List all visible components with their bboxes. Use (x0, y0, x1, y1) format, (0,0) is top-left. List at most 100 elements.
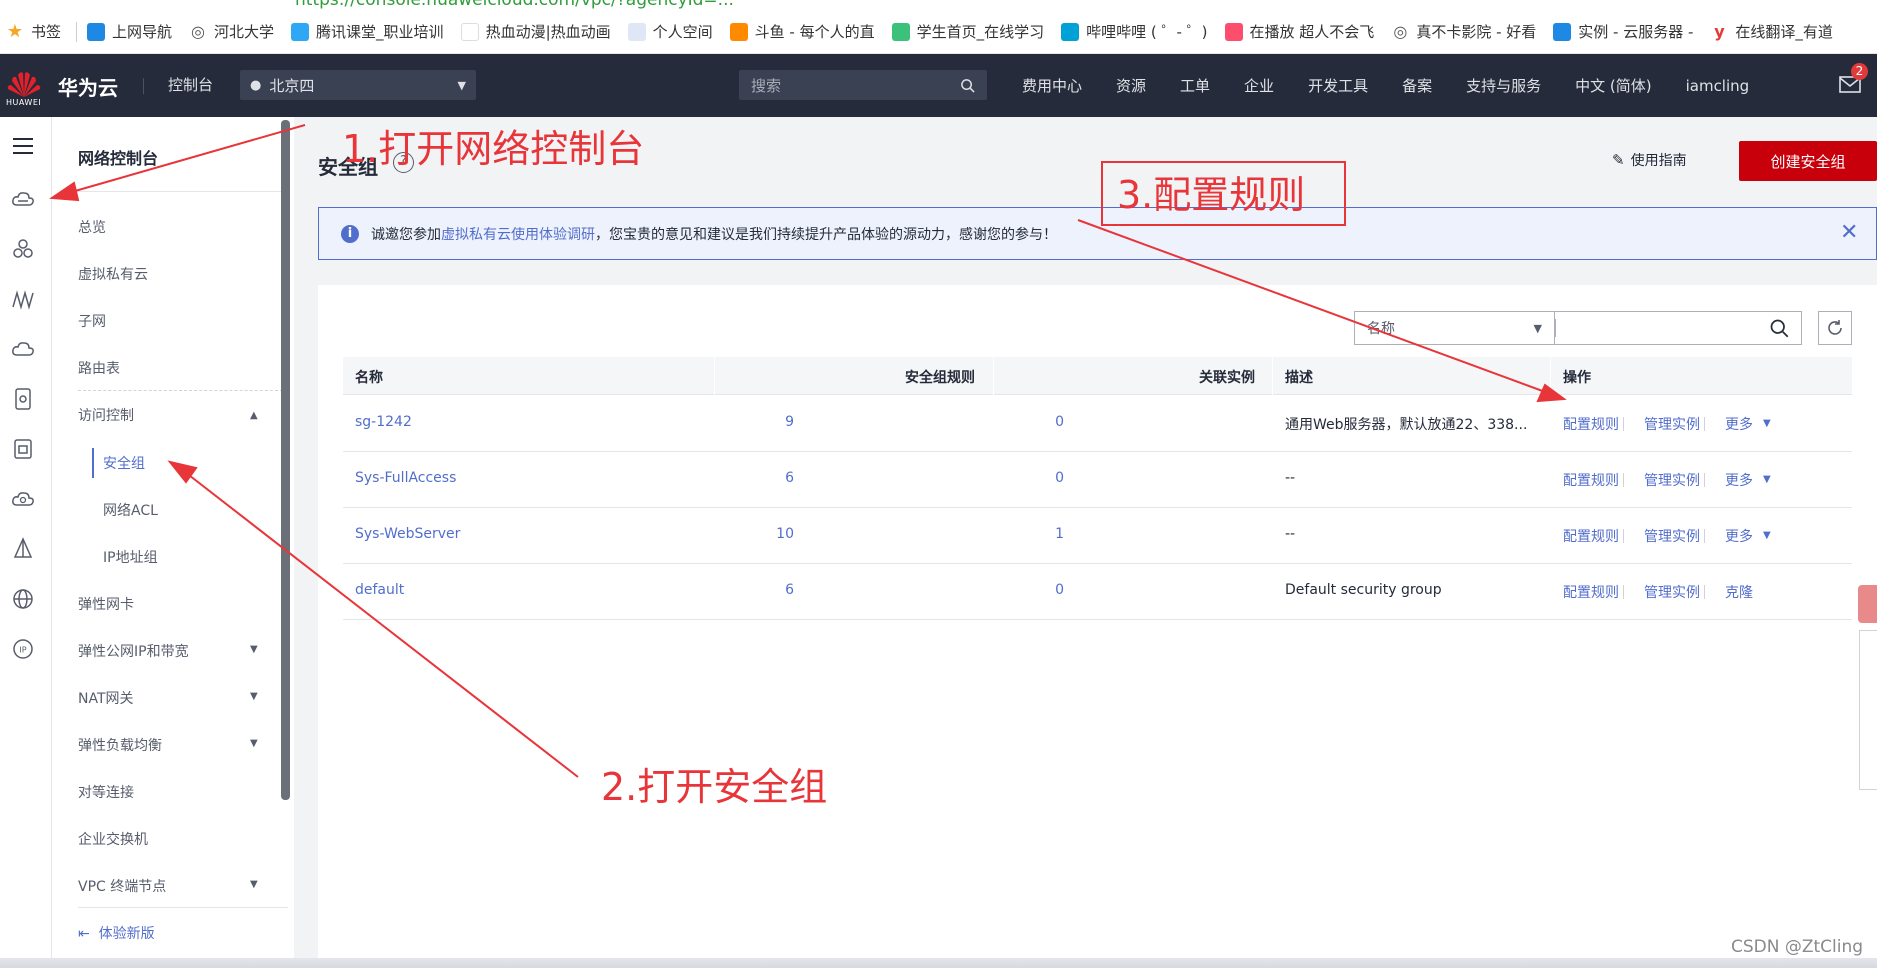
sidebar-item-eip[interactable]: 弹性公网IP和带宽 (78, 641, 189, 661)
rules-count-link[interactable]: 6 (785, 582, 794, 598)
chevron-up-icon[interactable]: ▲ (250, 410, 258, 421)
bookmark-item[interactable]: 实例 - 云服务器 - (1547, 10, 1704, 53)
instances-count-link[interactable]: 0 (1055, 582, 1064, 598)
bookmark-item[interactable]: 哔哩哔哩 ( ゜- ゜) (1055, 10, 1218, 53)
rules-count-link[interactable]: 10 (776, 526, 794, 542)
bookmark-item[interactable]: 上网导航 (81, 10, 183, 53)
column-header-name[interactable]: 名称 (355, 367, 383, 387)
sidebar-item-elb[interactable]: 弹性负载均衡 (78, 735, 162, 755)
filter-search-input[interactable] (1554, 311, 1802, 345)
manage-instances-link[interactable]: 管理实例 (1644, 526, 1700, 546)
security-group-name-link[interactable]: default (355, 582, 404, 598)
refresh-button[interactable] (1818, 311, 1852, 345)
bookmark-item[interactable]: ◎ 河北大学 (183, 10, 285, 53)
top-nav-link[interactable]: iamcling (1686, 77, 1750, 95)
survey-link[interactable]: 虚拟私有云使用体验调研 (441, 224, 595, 244)
ip-address-icon[interactable]: IP (11, 637, 35, 661)
bookmark-item[interactable]: ★ 书签 (0, 10, 72, 53)
security-group-name-link[interactable]: sg-1242 (355, 414, 412, 430)
search-icon[interactable] (960, 78, 975, 93)
sidebar-item-access-control[interactable]: 访问控制 (78, 405, 134, 425)
sidebar-item-enterprise-router[interactable]: 企业交换机 (78, 829, 148, 849)
globe-icon[interactable] (11, 587, 35, 611)
cloud-refresh-icon[interactable] (11, 487, 35, 511)
brand-name[interactable]: 华为云 (58, 72, 118, 101)
top-nav-link[interactable]: 备案 (1402, 75, 1432, 96)
configure-rules-link[interactable]: 配置规则 (1563, 414, 1619, 434)
search-icon[interactable] (1769, 318, 1789, 338)
top-nav-link[interactable]: 工单 (1180, 75, 1210, 96)
close-icon[interactable]: ✕ (1840, 220, 1858, 245)
bookmark-item[interactable]: ◎ 真不卡影院 - 好看 (1385, 10, 1547, 53)
sidebar-scrollbar[interactable] (281, 120, 290, 800)
cloud-connect-icon[interactable] (11, 337, 35, 361)
security-group-name-link[interactable]: Sys-WebServer (355, 526, 460, 542)
top-nav-link[interactable]: 开发工具 (1308, 75, 1368, 96)
configure-rules-link[interactable]: 配置规则 (1563, 526, 1619, 546)
manage-instances-link[interactable]: 管理实例 (1644, 414, 1700, 434)
top-nav-link[interactable]: 中文 (简体) (1575, 75, 1651, 96)
configure-rules-link[interactable]: 配置规则 (1563, 582, 1619, 602)
clone-link[interactable]: 克隆 (1725, 582, 1753, 602)
sidebar-item-overview[interactable]: 总览 (78, 217, 106, 237)
top-nav-link[interactable]: 费用中心 (1022, 75, 1082, 96)
manage-instances-link[interactable]: 管理实例 (1644, 470, 1700, 490)
chevron-down-icon[interactable]: ▼ (250, 879, 258, 890)
bookmark-item[interactable]: 斗鱼 - 每个人的直 (724, 10, 886, 53)
sidebar-item-route-table[interactable]: 路由表 (78, 358, 120, 378)
instances-count-link[interactable]: 0 (1055, 470, 1064, 486)
chevron-down-icon[interactable]: ▼ (250, 738, 258, 749)
certificate-icon[interactable] (11, 437, 35, 461)
sidebar-item-eni[interactable]: 弹性网卡 (78, 594, 134, 614)
top-nav-link[interactable]: 企业 (1244, 75, 1274, 96)
bookmark-item[interactable]: 学生首页_在线学习 (886, 10, 1056, 53)
sidebar-item-subnet[interactable]: 子网 (78, 311, 106, 331)
more-dropdown[interactable]: 更多 (1725, 470, 1753, 490)
region-selector[interactable]: ● 北京四 ▼ (240, 70, 476, 100)
new-version-link[interactable]: ⇤ 体验新版 (78, 923, 155, 943)
instances-count-link[interactable]: 1 (1055, 526, 1064, 542)
sidebar-item-security-group[interactable]: 安全组 (103, 453, 145, 473)
security-group-name-link[interactable]: Sys-FullAccess (355, 470, 456, 486)
top-nav-link[interactable]: 支持与服务 (1466, 75, 1541, 96)
bookmark-item[interactable]: 腾讯课堂_职业培训 (285, 10, 455, 53)
column-header-instances[interactable]: 关联实例 (1199, 367, 1255, 387)
sidebar-item-vpc[interactable]: 虚拟私有云 (78, 264, 148, 284)
sidebar-item-vpc-endpoint[interactable]: VPC 终端节点 (78, 876, 166, 896)
user-guide-link[interactable]: ✎ 使用指南 (1612, 150, 1687, 170)
create-security-group-button[interactable]: 创建安全组 (1739, 141, 1877, 181)
column-header-description[interactable]: 描述 (1285, 367, 1313, 387)
floating-feedback-tab[interactable] (1858, 585, 1877, 623)
browser-url[interactable]: https://console.huaweicloud.com/vpc/?age… (295, 0, 734, 10)
chevron-down-icon[interactable]: ▼ (250, 644, 258, 655)
configure-rules-link[interactable]: 配置规则 (1563, 470, 1619, 490)
global-search-input[interactable]: 搜索 (739, 70, 987, 100)
manage-instances-link[interactable]: 管理实例 (1644, 582, 1700, 602)
top-nav-link[interactable]: 资源 (1116, 75, 1146, 96)
vpc-cloud-icon[interactable] (11, 187, 35, 211)
filter-field-select[interactable]: 名称 ▼ (1354, 311, 1554, 345)
bookmark-item[interactable]: 个人空间 (622, 10, 724, 53)
floating-tools-panel[interactable] (1859, 630, 1877, 790)
network-nodes-icon[interactable] (11, 237, 35, 261)
bookmark-item[interactable]: y 在线翻译_有道 (1704, 10, 1844, 53)
device-icon[interactable] (11, 387, 35, 411)
sidebar-item-nat[interactable]: NAT网关 (78, 688, 134, 708)
more-dropdown[interactable]: 更多 (1725, 526, 1753, 546)
rules-count-link[interactable]: 6 (785, 470, 794, 486)
browser-address-bar[interactable]: https://console.huaweicloud.com/vpc/?age… (0, 0, 1877, 10)
menu-icon[interactable] (11, 134, 35, 158)
console-link[interactable]: 控制台 (168, 74, 213, 95)
bookmark-item[interactable]: 在播放 超人不会飞 (1219, 10, 1386, 53)
load-balancer-icon[interactable] (11, 287, 35, 311)
sidebar-item-peering[interactable]: 对等连接 (78, 782, 134, 802)
sidebar-item-network-acl[interactable]: 网络ACL (103, 500, 158, 520)
rules-count-link[interactable]: 9 (785, 414, 794, 430)
chevron-down-icon[interactable]: ▼ (250, 691, 258, 702)
instances-count-link[interactable]: 0 (1055, 414, 1064, 430)
column-header-rules[interactable]: 安全组规则 (905, 367, 975, 387)
more-dropdown[interactable]: 更多 (1725, 414, 1753, 434)
sidebar-item-ip-group[interactable]: IP地址组 (103, 547, 158, 567)
bookmark-item[interactable]: 热血动漫|热血动画 (455, 10, 622, 53)
vpn-tower-icon[interactable] (11, 537, 35, 561)
